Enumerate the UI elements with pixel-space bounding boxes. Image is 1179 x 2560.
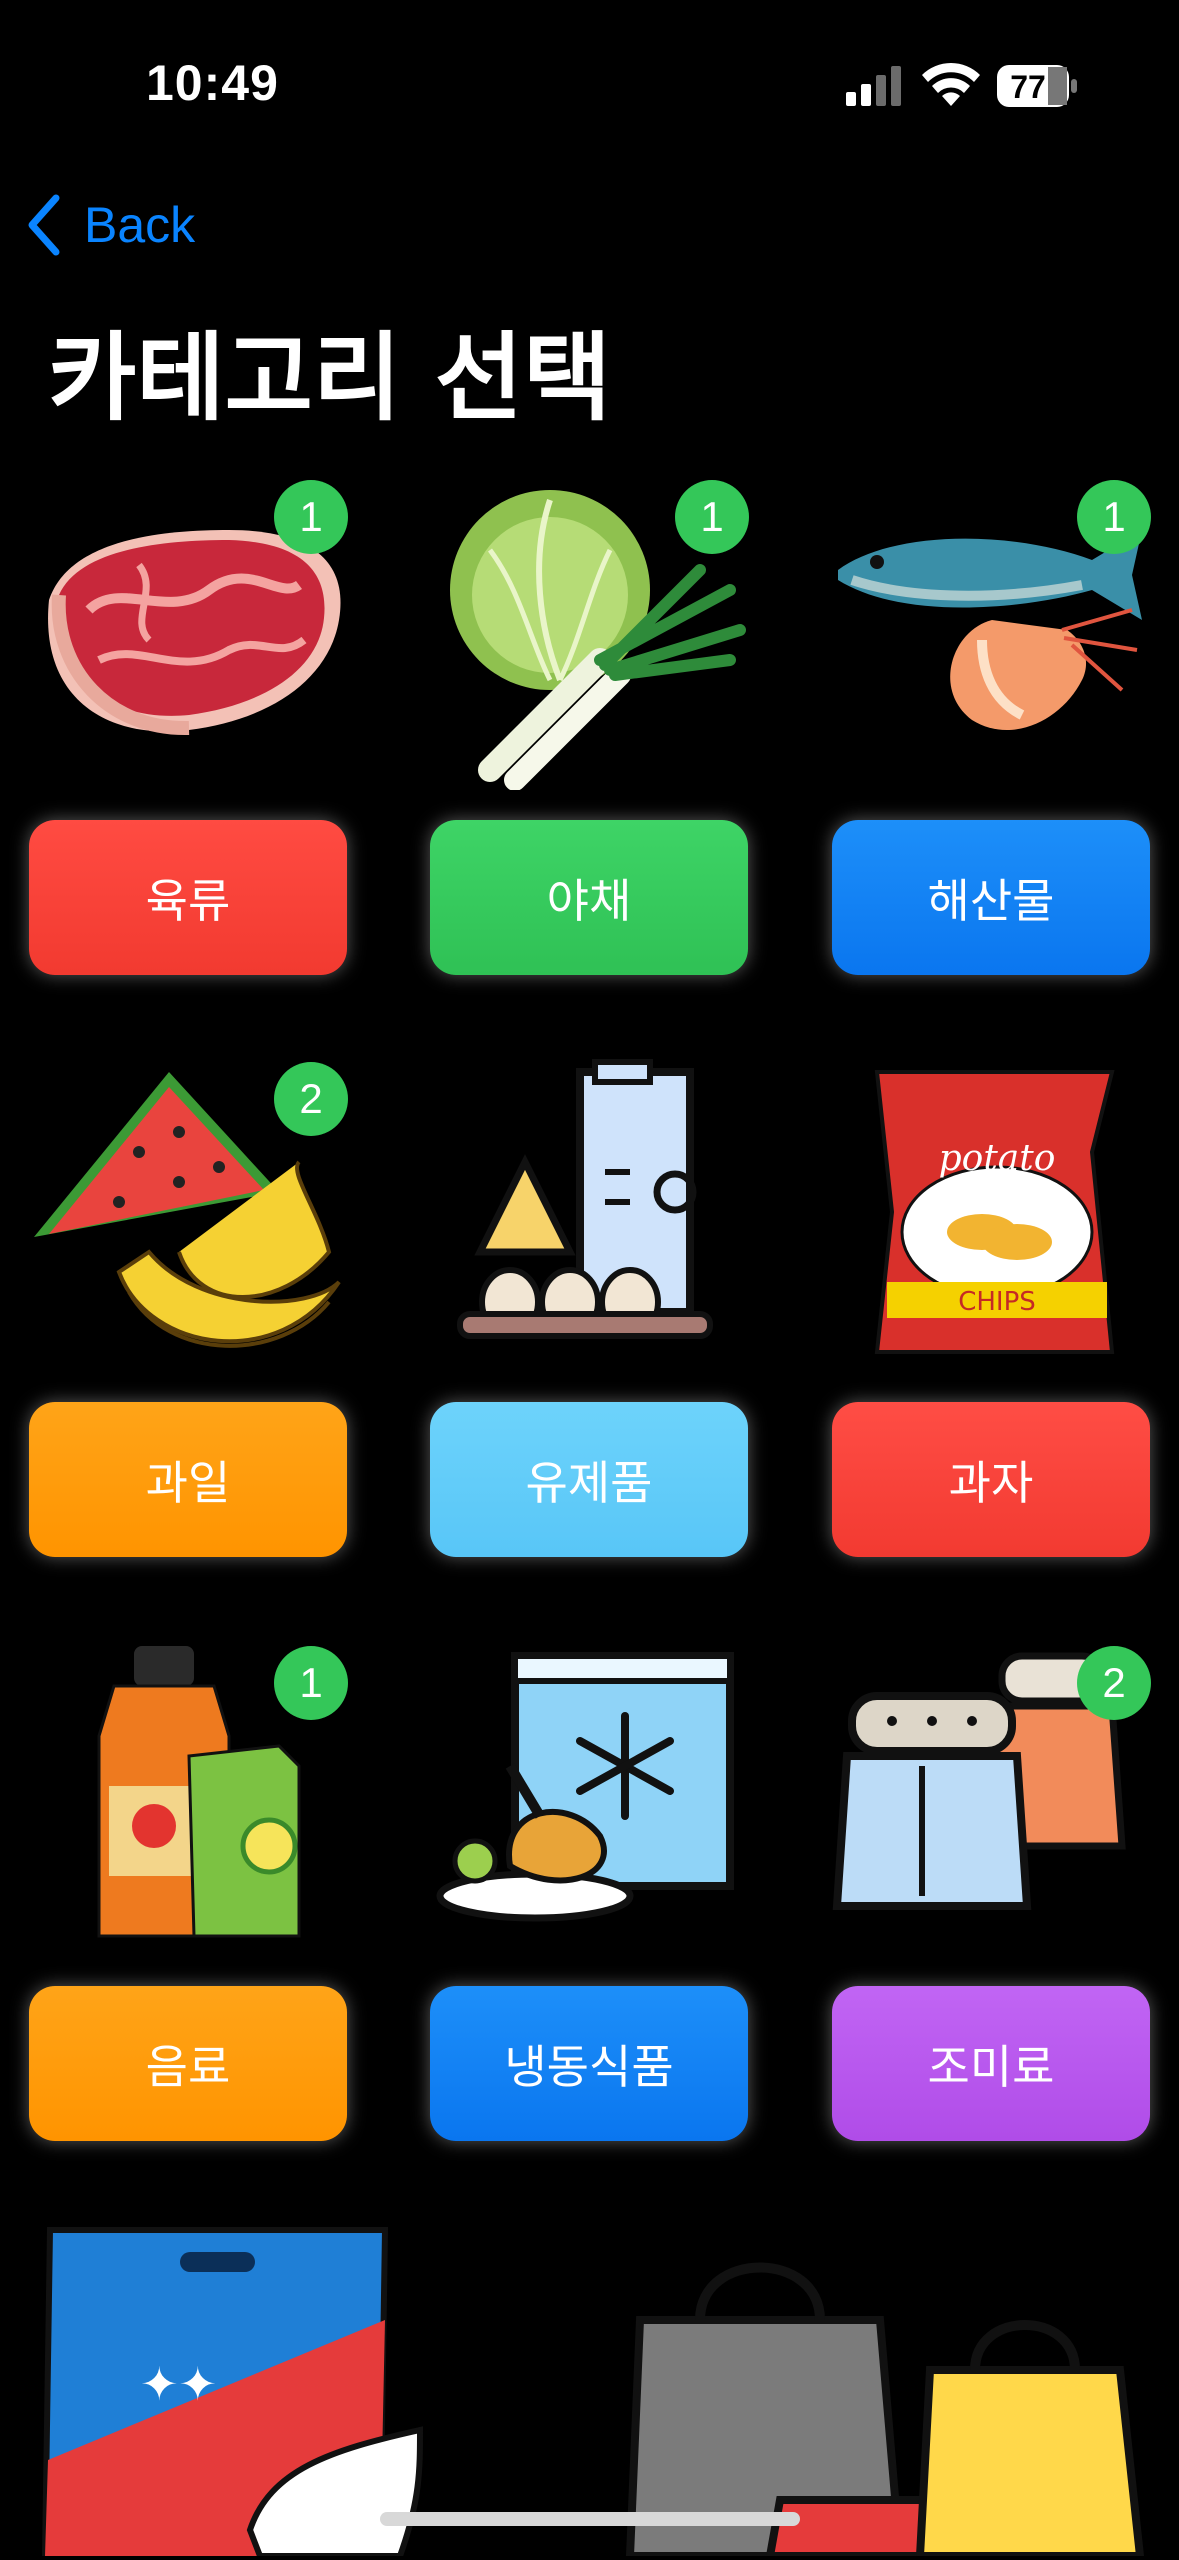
battery-level: 77 xyxy=(1010,69,1046,105)
household-items-icon: ✦✦ xyxy=(41,2227,1145,2560)
category-tile-seafood[interactable]: 1 해산물 xyxy=(832,470,1151,990)
chips-bag-brand: potato xyxy=(939,1138,1056,1179)
category-count-badge: 1 xyxy=(1077,480,1151,554)
category-count-badge: 1 xyxy=(675,480,749,554)
category-tile-frozen[interactable]: 냉동식품 xyxy=(430,1636,748,2156)
category-button-beverages[interactable]: 음료 xyxy=(29,1986,347,2141)
status-time: 10:49 xyxy=(146,55,279,111)
page-title: 카테고리 선택 xyxy=(48,322,612,434)
frozen-food-icon xyxy=(430,1636,748,1956)
category-button-dairy[interactable]: 유제품 xyxy=(430,1402,748,1557)
category-count-badge: 1 xyxy=(274,480,348,554)
back-label: Back xyxy=(84,197,196,253)
category-tile-beverages[interactable]: 1 음료 xyxy=(29,1636,348,2156)
category-count-badge: 2 xyxy=(274,1062,348,1136)
category-count-badge: 2 xyxy=(1077,1646,1151,1720)
battery-icon: 77 xyxy=(996,64,1078,108)
back-button[interactable]: Back xyxy=(26,190,195,260)
chevron-left-icon xyxy=(28,194,60,256)
home-indicator[interactable] xyxy=(380,2512,800,2526)
sparkle-icon: ✦✦ xyxy=(140,2357,217,2411)
milk-cheese-eggs-icon xyxy=(430,1052,748,1372)
category-button-seasonings[interactable]: 조미료 xyxy=(832,1986,1150,2141)
category-count-badge: 1 xyxy=(274,1646,348,1720)
category-tile-dairy[interactable]: 유제품 xyxy=(430,1052,748,1572)
category-button-snacks[interactable]: 과자 xyxy=(832,1402,1150,1557)
bottom-category-row: ✦✦ xyxy=(0,2200,1179,2560)
category-button-vegetables[interactable]: 야채 xyxy=(430,820,748,975)
category-tile-vegetables[interactable]: 1 야채 xyxy=(430,470,749,990)
category-button-frozen[interactable]: 냉동식품 xyxy=(430,1986,748,2141)
category-tile-meat[interactable]: 1 육류 xyxy=(29,470,348,990)
potato-chips-icon: potato CHIPS xyxy=(832,1052,1150,1372)
category-tile-fruit[interactable]: 2 과일 xyxy=(29,1052,348,1572)
category-button-fruit[interactable]: 과일 xyxy=(29,1402,347,1557)
wifi-icon xyxy=(922,62,980,106)
chips-bag-label: CHIPS xyxy=(958,1287,1036,1317)
status-bar: 10:49 77 xyxy=(0,0,1179,170)
category-button-meat[interactable]: 육류 xyxy=(29,820,347,975)
cellular-signal-icon xyxy=(846,66,901,106)
category-tile-seasonings[interactable]: 2 조미료 xyxy=(832,1636,1151,2156)
category-button-seafood[interactable]: 해산물 xyxy=(832,820,1150,975)
category-tile-snacks[interactable]: potato CHIPS 과자 xyxy=(832,1052,1150,1572)
